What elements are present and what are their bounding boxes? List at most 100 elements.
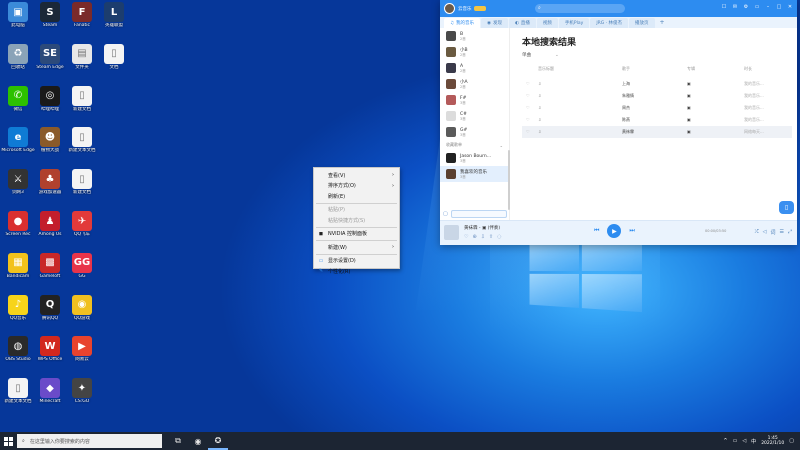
- desktop-icon[interactable]: ▤ 文件夹: [64, 43, 100, 84]
- desktop-icon[interactable]: GG GG: [64, 252, 100, 293]
- add-tab-icon[interactable]: +: [656, 19, 669, 26]
- download-icon[interactable]: ⇩: [538, 81, 541, 86]
- download-icon[interactable]: ⇩: [538, 117, 541, 122]
- steam-taskbar-icon[interactable]: ✪: [208, 432, 228, 450]
- desktop-icon[interactable]: ▯ 新建文档: [64, 169, 100, 209]
- desktop-icon[interactable]: Q 腾讯QQ: [32, 294, 68, 335]
- column-header[interactable]: 专辑: [687, 66, 695, 72]
- desktop-icon[interactable]: ✆ 微信: [0, 85, 36, 126]
- desktop-icon[interactable]: ⚔ 剑网3: [0, 169, 36, 209]
- desktop-icon[interactable]: ▶ 网易云: [64, 336, 100, 376]
- column-header[interactable]: 时长: [744, 66, 752, 72]
- close-icon[interactable]: ✕: [787, 4, 793, 10]
- column-header[interactable]: 音乐标题: [538, 66, 554, 72]
- download-icon[interactable]: ⇩: [538, 93, 541, 98]
- now-playing-title[interactable]: 黄袜霖 - ▣ (伴奏): [464, 225, 500, 231]
- input-method-icon[interactable]: 中: [751, 438, 756, 445]
- now-playing-cover[interactable]: [444, 225, 459, 240]
- desktop-icon[interactable]: S Steam: [32, 2, 68, 42]
- desktop-icon[interactable]: ▯ 新建文档: [64, 85, 100, 126]
- desktop-icon[interactable]: ▯ 文档: [96, 43, 132, 84]
- mini-mode-icon[interactable]: ▭: [754, 4, 760, 10]
- app-tab[interactable]: ◉ 发现: [481, 18, 508, 28]
- playlist-item[interactable]: C# 3首: [440, 108, 509, 124]
- heart-icon[interactable]: ♡: [526, 117, 530, 122]
- desktop-icon[interactable]: ▯ 新建文本文档: [64, 127, 100, 167]
- desktop-icon[interactable]: ◎ 哔哩哔哩: [32, 85, 68, 126]
- chevron-down-icon[interactable]: ⌄: [555, 53, 559, 58]
- system-clock[interactable]: 1:45 2022/1/10: [761, 436, 784, 447]
- heart-icon[interactable]: ♡: [526, 81, 530, 86]
- download-icon[interactable]: ⇩: [538, 129, 541, 134]
- start-button[interactable]: [0, 432, 16, 450]
- desktop-icon[interactable]: ◉ QQ游戏: [64, 294, 100, 335]
- playlist-item[interactable]: B 2首: [440, 28, 509, 44]
- playlist-item[interactable]: G# 3首: [440, 124, 509, 140]
- column-header[interactable]: 歌手: [622, 66, 630, 72]
- desktop-icon[interactable]: e Microsoft Edge: [0, 127, 36, 167]
- heart-icon[interactable]: ♡: [464, 234, 468, 240]
- lyrics-icon[interactable]: 词: [770, 229, 775, 236]
- desktop-icon[interactable]: SE Steam Edge: [32, 43, 68, 84]
- desktop-icon[interactable]: ✈ QQ飞车: [64, 211, 100, 251]
- app-tab[interactable]: JRG · 林俊杰: [590, 18, 629, 28]
- context-menu-item[interactable]: 排序方式(O) ›: [314, 181, 399, 192]
- notification-icon[interactable]: ▢: [789, 438, 794, 444]
- app-tab[interactable]: 视频: [536, 18, 558, 28]
- desktop-icon[interactable]: W WPS Office: [32, 336, 68, 376]
- table-row[interactable]: ♡ ⇩ 朱雅情 ▣ 我的音乐...: [522, 90, 792, 102]
- desktop-icon[interactable]: ♻ 回收站: [0, 43, 36, 84]
- context-menu-item[interactable]: 查看(V) ›: [314, 170, 399, 181]
- share-icon[interactable]: ⇪: [489, 234, 493, 240]
- app-tab[interactable]: 播放页: [629, 18, 655, 28]
- heart-icon[interactable]: ♡: [526, 93, 530, 98]
- desktop-icon[interactable]: ▦ Bandicam: [0, 252, 36, 293]
- context-menu-item[interactable]: 新建(W) ›: [314, 242, 399, 253]
- sidebar-scrollbar[interactable]: [508, 150, 510, 210]
- desktop-icon[interactable]: ♟ Among Us: [32, 211, 68, 251]
- settings-icon[interactable]: ⚙: [743, 4, 749, 10]
- next-icon[interactable]: ⏭: [629, 227, 634, 235]
- maximize-icon[interactable]: □: [776, 4, 782, 10]
- music-app-taskbar-icon[interactable]: ◉: [188, 432, 208, 450]
- float-window-button[interactable]: ▯: [779, 201, 794, 214]
- desktop-icon[interactable]: L 英雄联盟: [96, 2, 132, 42]
- table-row[interactable]: ♡ ⇩ 黄袜霖 ▣ 网络每天...: [522, 126, 792, 138]
- previous-icon[interactable]: ⏮: [594, 227, 599, 235]
- download-icon[interactable]: ⇩: [538, 105, 541, 110]
- desktop-icon[interactable]: ▣ 此电脑: [0, 2, 36, 42]
- desktop-icon[interactable]: ▩ Gameloft: [32, 252, 68, 293]
- desktop-icon[interactable]: ◆ Minecraft: [32, 378, 68, 418]
- playlist-item[interactable]: Jason Bourn... 3首: [440, 150, 509, 166]
- minimize-icon[interactable]: –: [765, 4, 771, 10]
- table-row[interactable]: ♡ ⇩ 周杰 ▣ 我的音乐...: [522, 102, 792, 114]
- context-menu-item[interactable]: ▭ 显示设置(D): [314, 256, 399, 267]
- user-name[interactable]: 云音乐: [458, 6, 472, 12]
- network-icon[interactable]: ▭: [733, 438, 738, 444]
- desktop-icon[interactable]: ◍ OBS Studio: [0, 336, 36, 376]
- sidebar-filter-input[interactable]: [450, 209, 507, 218]
- context-menu-item[interactable]: ✎ 个性化(R): [314, 266, 399, 277]
- heart-icon[interactable]: ♡: [526, 105, 530, 110]
- tray-expand-icon[interactable]: ^: [723, 438, 727, 444]
- desktop-icon[interactable]: ✦ CS:GO: [64, 378, 100, 418]
- collect-icon[interactable]: ⊕: [472, 234, 476, 240]
- table-row[interactable]: ♡ ⇩ 上海 ▣ 我的音乐...: [522, 78, 792, 90]
- desktop-icon[interactable]: ● Screen Rec: [0, 211, 36, 251]
- app-tab[interactable]: ◐ 直播: [508, 18, 536, 28]
- comment-icon[interactable]: ◌: [497, 234, 501, 240]
- desktop-icon[interactable]: ☻ 植物大战: [32, 127, 68, 167]
- playlist-item[interactable]: A 2首: [440, 60, 509, 76]
- context-menu-item[interactable]: ◼ NVIDIA 控制面板: [314, 229, 399, 240]
- task-view-icon[interactable]: ⧉: [168, 432, 188, 450]
- desktop-icon[interactable]: ▯ 新建文本文档: [0, 378, 36, 418]
- taskbar-search[interactable]: ⌕ 在这里输入你要搜索的内容: [17, 434, 162, 448]
- playlist-item[interactable]: F# 3首: [440, 92, 509, 108]
- search-input[interactable]: ⌕: [535, 4, 625, 13]
- app-tab[interactable]: 手机Play: [558, 18, 590, 28]
- chevron-down-icon[interactable]: ⌄: [500, 143, 503, 148]
- folder-icon[interactable]: ▢: [443, 211, 448, 217]
- message-icon[interactable]: ✉: [732, 4, 738, 10]
- skin-icon[interactable]: ☐: [721, 4, 727, 10]
- table-row[interactable]: ♡ ⇩ 陈燕 ▣ 我的音乐...: [522, 114, 792, 126]
